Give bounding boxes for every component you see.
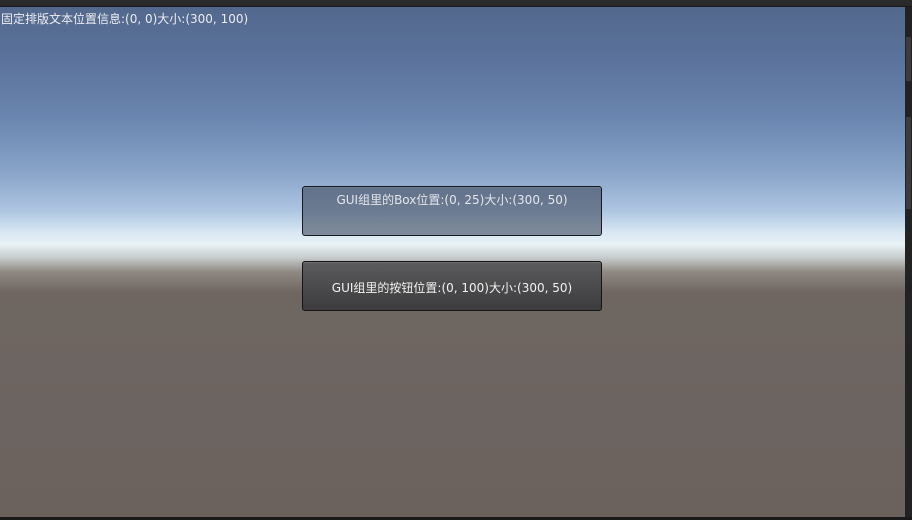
- window-frame: 固定排版文本位置信息:(0, 0)大小:(300, 100) GUI组里的Box…: [0, 0, 912, 520]
- right-scrollbar[interactable]: [905, 7, 912, 517]
- gui-group-box-label: GUI组里的Box位置:(0, 25)大小:(300, 50): [336, 193, 568, 207]
- fixed-layout-label: 固定排版文本位置信息:(0, 0)大小:(300, 100): [1, 12, 249, 26]
- gui-group-button-label: GUI组里的按钮位置:(0, 100)大小:(300, 50): [331, 281, 573, 295]
- game-view: 固定排版文本位置信息:(0, 0)大小:(300, 100) GUI组里的Box…: [0, 7, 905, 517]
- gui-group-box: GUI组里的Box位置:(0, 25)大小:(300, 50): [302, 186, 602, 236]
- scrollbar-thumb-upper[interactable]: [906, 37, 911, 81]
- gui-group-button[interactable]: GUI组里的按钮位置:(0, 100)大小:(300, 50): [302, 261, 602, 311]
- top-border: [0, 0, 912, 7]
- scrollbar-thumb-lower[interactable]: [906, 117, 911, 209]
